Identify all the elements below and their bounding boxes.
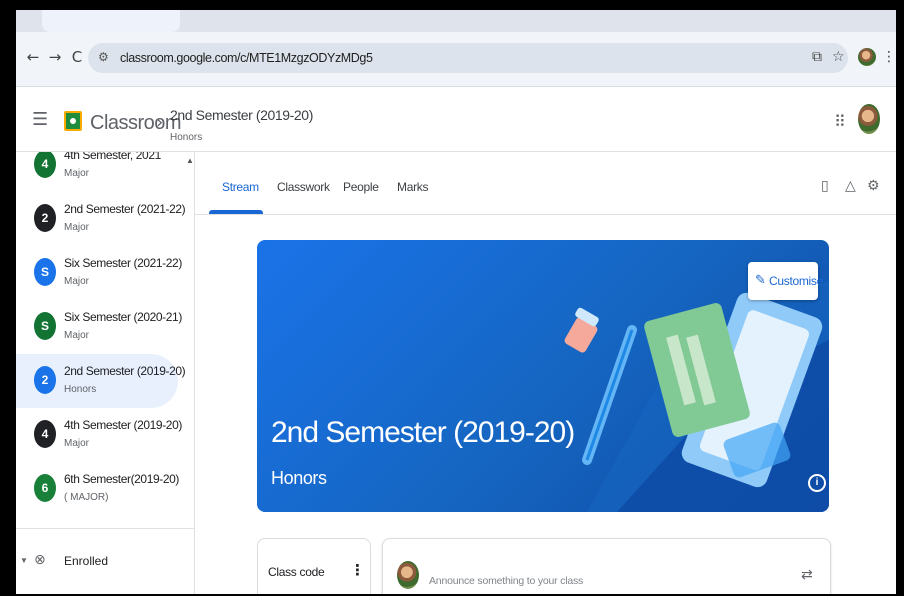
bookmark-star-icon[interactable]: ☆ <box>832 49 845 65</box>
sidebar-item-class[interactable]: S Six Semester (2020-21) Major <box>16 300 182 354</box>
tab-classwork[interactable]: Classwork <box>277 180 330 194</box>
chevron-right-icon: › <box>156 112 164 133</box>
class-badge: S <box>34 258 56 286</box>
class-settings-icon[interactable]: ⚙ <box>867 178 880 194</box>
classroom-header: ☰ Classroom › 2nd Semester (2019-20) Hon… <box>16 87 896 152</box>
main-content: Stream Classwork People Marks ▯ △ ⚙ 2nd … <box>195 152 896 594</box>
sidebar-item-subtitle: Honors <box>64 384 97 395</box>
google-apps-icon[interactable]: ⠿ <box>834 112 846 131</box>
user-avatar <box>397 561 419 589</box>
sidebar-item-label: 4th Semester, 2021 <box>64 152 161 162</box>
active-tab-indicator <box>209 210 263 214</box>
site-settings-icon[interactable]: ⚙ <box>98 50 109 64</box>
sidebar-item-enrolled[interactable]: Enrolled <box>64 554 108 568</box>
sidebar-item-subtitle: Major <box>64 438 90 449</box>
class-code-card: Class code ⋮ <box>257 538 371 594</box>
breadcrumb-class-title: 2nd Semester (2019-20) <box>170 107 313 123</box>
browser-window: ← → C ⚙ classroom.google.com/c/MTE1MzgzO… <box>16 10 896 594</box>
banner-class-section: Honors <box>271 468 327 488</box>
sidebar-item-class-active[interactable]: 2 2nd Semester (2019-20) Honors <box>16 354 186 408</box>
sidebar-item-class[interactable]: S Six Semester (2021-22) Major <box>16 246 182 300</box>
sidebar-item-label: Six Semester (2021-22) <box>64 256 182 270</box>
sidebar-item-label: 6th Semester(2019-20) <box>64 472 179 486</box>
class-badge: 2 <box>34 366 56 394</box>
more-vert-icon[interactable]: ⋮ <box>350 561 365 579</box>
sidebar-item-class[interactable]: 6 6th Semester(2019-20) ( MAJOR) <box>16 462 179 516</box>
tab-stream[interactable]: Stream <box>222 180 259 194</box>
class-badge: 4 <box>34 420 56 448</box>
sidebar-item-class[interactable]: 2 2nd Semester (2021-22) Major <box>16 192 186 246</box>
sidebar-item-subtitle: Major <box>64 222 90 233</box>
reload-icon[interactable]: C <box>68 48 86 66</box>
account-avatar[interactable] <box>858 104 880 134</box>
class-badge: S <box>34 312 56 340</box>
sidebar-item-label: 4th Semester (2019-20) <box>64 418 182 432</box>
announce-input[interactable]: Announce something to your class <box>429 575 583 587</box>
class-banner: 2nd Semester (2019-20) Honors ✎ Customis… <box>257 240 829 512</box>
back-icon[interactable]: ← <box>24 48 42 66</box>
sidebar: 4 4th Semester, 2021 Major 2 2nd Semeste… <box>16 152 195 594</box>
class-badge: 4 <box>34 152 56 178</box>
sidebar-item-label: 2nd Semester (2019-20) <box>64 364 186 378</box>
profile-avatar[interactable] <box>858 48 876 66</box>
class-tabs: Stream Classwork People Marks ▯ △ ⚙ <box>195 152 896 215</box>
sidebar-item-class[interactable]: 4 4th Semester (2019-20) Major <box>16 408 182 462</box>
tab-people[interactable]: People <box>343 180 379 194</box>
banner-class-title: 2nd Semester (2019-20) <box>271 416 575 449</box>
sidebar-item-subtitle: ( MAJOR) <box>64 492 109 503</box>
breadcrumb-class-section: Honors <box>170 132 203 143</box>
install-app-icon[interactable]: ⧉ <box>812 49 822 65</box>
class-badge: 2 <box>34 204 56 232</box>
sidebar-item-label: Six Semester (2020-21) <box>64 310 182 324</box>
announce-card[interactable]: Announce something to your class ⇄ <box>382 538 831 594</box>
forward-icon[interactable]: → <box>46 48 64 66</box>
info-icon[interactable]: i <box>808 474 826 492</box>
sidebar-item-subtitle: Major <box>64 330 90 341</box>
sidebar-divider <box>16 528 194 529</box>
sidebar-item-subtitle: Major <box>64 168 90 179</box>
sidebar-item-label: 2nd Semester (2021-22) <box>64 202 186 216</box>
sidebar-item-class[interactable]: 4 4th Semester, 2021 Major <box>16 152 178 192</box>
banner-illustration <box>564 280 829 512</box>
pencil-icon: ✎ <box>755 273 766 288</box>
browser-menu-icon[interactable]: ⋮ <box>882 49 896 65</box>
customise-label: Customise <box>769 274 823 288</box>
class-code-label: Class code <box>268 565 325 579</box>
expand-caret-icon[interactable]: ▼ <box>20 556 28 565</box>
scroll-up-icon[interactable]: ▲ <box>186 156 194 165</box>
calendar-icon[interactable]: ▯ <box>821 178 829 194</box>
customise-button[interactable]: ✎ Customise <box>748 262 823 300</box>
url-text[interactable]: classroom.google.com/c/MTE1MzgzODYzMDg5 <box>120 51 373 65</box>
enrolled-icon: ⊗ <box>34 552 46 568</box>
browser-toolbar: ← → C ⚙ classroom.google.com/c/MTE1MzgzO… <box>16 32 896 87</box>
browser-tab[interactable] <box>42 10 180 32</box>
class-badge: 6 <box>34 474 56 502</box>
repost-icon[interactable]: ⇄ <box>801 567 813 583</box>
drive-folder-icon[interactable]: △ <box>845 178 856 194</box>
classroom-logo-icon[interactable] <box>64 111 82 131</box>
tab-marks[interactable]: Marks <box>397 180 428 194</box>
app-name[interactable]: Classroom <box>90 112 182 135</box>
hamburger-menu-icon[interactable]: ☰ <box>32 109 48 130</box>
address-bar[interactable]: ⚙ classroom.google.com/c/MTE1MzgzODYzMDg… <box>88 43 848 73</box>
sidebar-item-subtitle: Major <box>64 276 90 287</box>
